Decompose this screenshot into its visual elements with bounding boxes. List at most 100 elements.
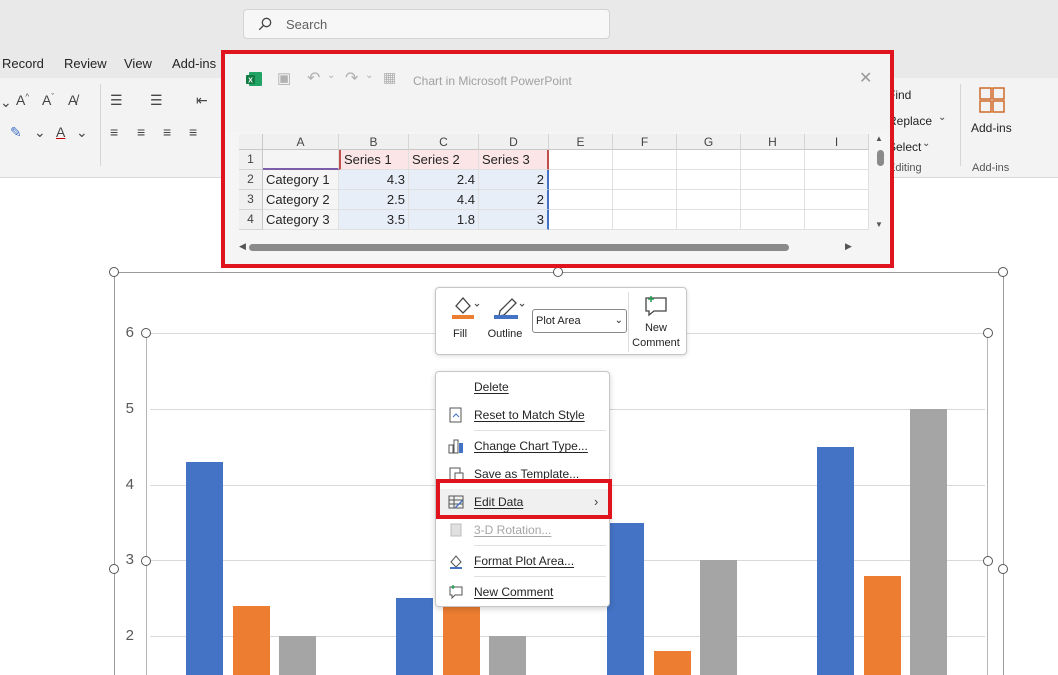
menu-item-change-chart-type[interactable]: Change Chart Type...	[436, 433, 609, 459]
replace-button[interactable]: Replace	[888, 114, 932, 128]
redo-icon[interactable]: ↷	[345, 68, 358, 88]
column-header[interactable]: H	[741, 134, 805, 150]
tab-view[interactable]: View	[124, 56, 152, 71]
indent-icon[interactable]: ⇤	[196, 92, 208, 109]
outline-label[interactable]: Outline	[484, 328, 526, 340]
chart-bar[interactable]	[910, 409, 947, 675]
plot-area-handle[interactable]	[141, 556, 151, 566]
align-right-icon[interactable]: ≡	[163, 124, 171, 140]
font-color-icon[interactable]: A	[56, 124, 65, 140]
fill-label[interactable]: Fill	[450, 328, 470, 340]
horizontal-scroll-thumb[interactable]	[249, 244, 789, 251]
numbering-icon[interactable]: ☰	[150, 92, 163, 109]
justify-icon[interactable]: ≡	[189, 124, 197, 140]
plot-area-handle[interactable]	[141, 328, 151, 338]
row-header[interactable]: 1	[239, 150, 263, 170]
spreadsheet-cell[interactable]: Category 2	[263, 190, 339, 210]
spreadsheet-cell[interactable]: 3.5	[339, 210, 409, 230]
scroll-down-icon[interactable]: ▼	[875, 220, 883, 229]
row-header[interactable]: 4	[239, 210, 263, 230]
column-header[interactable]: F	[613, 134, 677, 150]
bullets-icon[interactable]: ☰	[110, 92, 123, 109]
redo-dropdown-icon[interactable]: ⌄	[365, 70, 373, 81]
add-ins-icon[interactable]	[978, 86, 1006, 114]
scroll-right-icon[interactable]: ▶	[845, 241, 852, 252]
shrink-font-icon[interactable]: Aˇ	[42, 92, 54, 108]
grow-font-icon[interactable]: A^	[16, 92, 29, 108]
chevron-icon[interactable]: ⌄	[0, 94, 12, 111]
undo-dropdown-icon[interactable]: ⌄	[327, 70, 335, 81]
outline-icon[interactable]	[492, 294, 526, 320]
chart-bar[interactable]	[186, 462, 223, 675]
chart-bar[interactable]	[654, 651, 691, 675]
select-dropdown-icon[interactable]: ⌄	[922, 138, 930, 149]
scroll-left-icon[interactable]: ◀	[239, 241, 246, 252]
column-header[interactable]: D	[479, 134, 549, 150]
column-header[interactable]: G	[677, 134, 741, 150]
spreadsheet-cell[interactable]: 1.8	[409, 210, 479, 230]
menu-item-format-plot-area[interactable]: Format Plot Area...	[436, 548, 609, 574]
vertical-scroll-thumb[interactable]	[877, 150, 884, 166]
menu-item-new-comment[interactable]: New Comment	[436, 579, 609, 605]
chart-bar[interactable]	[233, 606, 270, 675]
chart-bar[interactable]	[864, 576, 901, 675]
fill-icon[interactable]	[450, 294, 480, 320]
select-all-corner[interactable]	[239, 134, 263, 150]
row-header[interactable]: 2	[239, 170, 263, 190]
new-comment-label-1[interactable]: New	[630, 322, 682, 334]
column-header[interactable]: E	[549, 134, 613, 150]
chart-bar[interactable]	[607, 523, 644, 675]
column-header[interactable]: C	[409, 134, 479, 150]
chart-handle[interactable]	[553, 267, 563, 277]
spreadsheet-cell[interactable]: 4.3	[339, 170, 409, 190]
chart-bar[interactable]	[279, 636, 316, 675]
spreadsheet-cell[interactable]: 2.5	[339, 190, 409, 210]
new-comment-label-2[interactable]: Comment	[630, 337, 682, 349]
chart-bar[interactable]	[817, 447, 854, 675]
chart-bar[interactable]	[700, 560, 737, 675]
search-box[interactable]: Search	[243, 9, 610, 39]
chart-bar[interactable]	[489, 636, 526, 675]
tab-add-ins[interactable]: Add-ins	[172, 56, 216, 71]
clear-format-icon[interactable]: A̸	[68, 92, 77, 108]
save-icon[interactable]: ▣	[277, 69, 291, 87]
spreadsheet-cell[interactable]: Category 3	[263, 210, 339, 230]
column-header[interactable]: I	[805, 134, 869, 150]
replace-dropdown-icon[interactable]: ⌄	[938, 112, 946, 123]
align-center-icon[interactable]: ≡	[137, 124, 145, 140]
spreadsheet-cell[interactable]	[263, 150, 339, 170]
scroll-up-icon[interactable]: ▲	[875, 134, 883, 143]
highlight-icon[interactable]: ✎	[10, 124, 22, 141]
column-header[interactable]: A	[263, 134, 339, 150]
new-comment-icon[interactable]	[642, 294, 670, 318]
spreadsheet-cell[interactable]: Series 1	[339, 150, 409, 170]
spreadsheet-cell[interactable]: 3	[479, 210, 549, 230]
row-header[interactable]: 3	[239, 190, 263, 210]
undo-icon[interactable]: ↶	[307, 68, 320, 88]
align-left-icon[interactable]: ≡	[110, 124, 118, 140]
chart-handle[interactable]	[109, 564, 119, 574]
plot-area-handle[interactable]	[983, 328, 993, 338]
menu-item-reset-to-match-style[interactable]: Reset to Match Style	[436, 402, 609, 428]
tab-review[interactable]: Review	[64, 56, 107, 71]
close-icon[interactable]: ✕	[859, 68, 872, 88]
column-header[interactable]: B	[339, 134, 409, 150]
font-color-dropdown-icon[interactable]: ⌄	[76, 124, 88, 141]
spreadsheet-cell[interactable]: 2	[479, 170, 549, 190]
empty-cells[interactable]	[549, 150, 869, 230]
horizontal-scrollbar[interactable]: ◀ ▶	[239, 240, 869, 254]
add-ins-button[interactable]: Add-ins	[971, 121, 1012, 135]
spreadsheet-cell[interactable]: 2	[479, 190, 549, 210]
highlight-dropdown-icon[interactable]: ⌄	[34, 124, 46, 141]
chart-element-select[interactable]: Plot Area ⌄	[532, 309, 627, 333]
spreadsheet-cell[interactable]: Series 2	[409, 150, 479, 170]
spreadsheet-cell[interactable]: 4.4	[409, 190, 479, 210]
spreadsheet-cell[interactable]: Category 1	[263, 170, 339, 190]
plot-area-handle[interactable]	[983, 556, 993, 566]
vertical-scrollbar[interactable]: ▲ ▼	[874, 134, 886, 232]
menu-item-delete[interactable]: Delete	[436, 374, 609, 400]
chart-handle[interactable]	[998, 564, 1008, 574]
tab-record[interactable]: Record	[2, 56, 44, 71]
edit-in-excel-icon[interactable]: ▦	[383, 69, 396, 86]
spreadsheet-cell[interactable]: 2.4	[409, 170, 479, 190]
